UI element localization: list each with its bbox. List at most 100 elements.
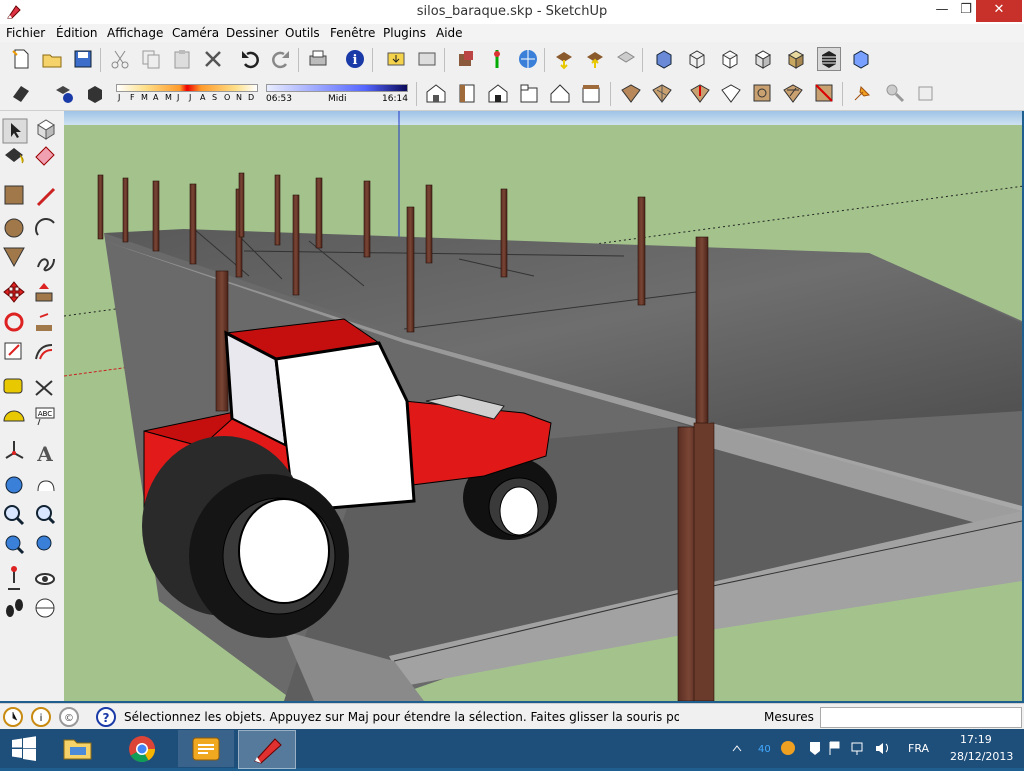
freehand-icon[interactable] — [37, 258, 55, 272]
new-icon[interactable] — [9, 47, 33, 71]
paste-icon[interactable] — [170, 47, 194, 71]
move-icon[interactable] — [3, 281, 25, 303]
sketchup-icon[interactable] — [238, 730, 296, 769]
3d-text-icon[interactable]: A — [36, 442, 53, 466]
monochrome-icon[interactable] — [817, 47, 841, 71]
rectangle-icon[interactable] — [4, 185, 24, 205]
menu-affichage[interactable]: Affichage — [107, 26, 163, 40]
menu-plugins[interactable]: Plugins — [383, 26, 426, 40]
scale-icon[interactable] — [4, 342, 22, 360]
tray-avast-icon[interactable] — [781, 741, 795, 755]
tray-volume-icon[interactable] — [876, 743, 888, 754]
select-icon[interactable] — [2, 118, 28, 144]
photo-textures-icon[interactable] — [485, 47, 509, 71]
geo-status-icon[interactable] — [3, 707, 23, 727]
shadow-settings-icon[interactable] — [52, 81, 76, 105]
measurements-input[interactable] — [820, 707, 1022, 728]
open-icon[interactable] — [40, 47, 64, 71]
zoom-icon[interactable] — [4, 505, 25, 526]
credits-icon[interactable]: i — [31, 707, 51, 727]
back-edges-icon[interactable] — [849, 47, 873, 71]
model-viewport[interactable] — [64, 111, 1022, 701]
help-icon[interactable]: ? — [96, 707, 116, 727]
position-camera-icon[interactable] — [8, 566, 20, 590]
clock-time[interactable]: 17:19 — [960, 733, 992, 746]
cut-icon[interactable] — [108, 47, 132, 71]
stamp-icon[interactable] — [719, 81, 743, 105]
paint-bucket-icon[interactable] — [5, 148, 24, 164]
line-icon[interactable] — [36, 187, 56, 207]
menu-fenetre[interactable]: Fenêtre — [330, 26, 375, 40]
get-models-icon[interactable] — [384, 47, 408, 71]
undo-icon[interactable] — [238, 47, 262, 71]
text-icon[interactable]: ABC — [35, 407, 55, 426]
sandbox-from-contours-icon[interactable] — [619, 81, 643, 105]
save-icon[interactable] — [71, 47, 95, 71]
wireframe-icon[interactable] — [685, 47, 709, 71]
axes-icon[interactable] — [5, 441, 24, 459]
make-component-icon[interactable] — [37, 119, 55, 140]
file-explorer-icon[interactable] — [52, 730, 104, 767]
flip-edge-icon[interactable] — [812, 81, 836, 105]
xray-icon[interactable] — [652, 47, 676, 71]
zoom-extents-icon[interactable] — [5, 535, 25, 555]
model-info-icon[interactable]: i — [343, 47, 367, 71]
pushpin-icon[interactable] — [851, 81, 875, 105]
menu-outils[interactable]: Outils — [285, 26, 320, 40]
shaded-texture-icon[interactable] — [784, 47, 808, 71]
scale-figure-icon[interactable] — [913, 81, 937, 105]
eraser-icon[interactable] — [35, 146, 55, 166]
arc-icon[interactable] — [35, 218, 55, 236]
shadow-toggle-icon[interactable] — [84, 81, 108, 105]
sandbox-from-scratch-icon[interactable] — [650, 81, 674, 105]
add-detail-icon[interactable] — [781, 81, 805, 105]
tray-security-icon[interactable] — [810, 742, 820, 755]
start-icon[interactable] — [0, 730, 48, 767]
erase-icon[interactable] — [201, 47, 225, 71]
dimension-icon[interactable] — [35, 380, 53, 396]
pan-icon[interactable] — [37, 480, 55, 492]
tray-flag-icon[interactable] — [829, 741, 840, 755]
language-indicator[interactable]: FRA — [908, 742, 929, 755]
menu-fichier[interactable]: Fichier — [6, 26, 45, 40]
menu-camera[interactable]: Caméra — [172, 26, 219, 40]
drape-icon[interactable] — [750, 81, 774, 105]
upload-icon[interactable] — [552, 47, 576, 71]
right-view-icon[interactable] — [517, 81, 541, 105]
rotate-icon[interactable] — [4, 312, 24, 332]
menu-dessiner[interactable]: Dessiner — [226, 26, 278, 40]
menu-aide[interactable]: Aide — [436, 26, 463, 40]
close-button[interactable]: ✕ — [976, 0, 1022, 22]
zoom-window-icon[interactable] — [36, 505, 56, 525]
previous-view-icon[interactable] — [36, 535, 52, 551]
protractor-icon[interactable] — [3, 410, 25, 422]
left-view-icon[interactable] — [579, 81, 603, 105]
walk-icon[interactable] — [6, 599, 23, 617]
offset-icon[interactable] — [35, 344, 53, 360]
shaded-icon[interactable] — [751, 47, 775, 71]
user-icon[interactable]: © — [59, 707, 79, 727]
sketchup-layout-icon[interactable] — [178, 730, 234, 767]
geo-location-icon[interactable] — [516, 47, 540, 71]
iso-view-icon[interactable] — [424, 81, 448, 105]
download-icon[interactable] — [583, 47, 607, 71]
back-view-icon[interactable] — [548, 81, 572, 105]
section-plane-icon[interactable] — [35, 598, 55, 618]
share-model-icon[interactable] — [415, 47, 439, 71]
copy-icon[interactable] — [139, 47, 163, 71]
shadow-time-slider[interactable] — [266, 84, 408, 92]
share-icon[interactable] — [614, 47, 638, 71]
front-view-icon[interactable] — [486, 81, 510, 105]
chrome-icon[interactable] — [116, 730, 168, 767]
orbit-icon[interactable] — [5, 476, 23, 494]
clock-date[interactable]: 28/12/2013 — [950, 750, 1013, 763]
hidden-line-icon[interactable] — [718, 47, 742, 71]
component-icon[interactable] — [454, 47, 478, 71]
prefs-icon[interactable] — [883, 81, 907, 105]
print-icon[interactable] — [306, 47, 330, 71]
look-around-icon[interactable] — [35, 573, 55, 585]
redo-icon[interactable] — [269, 47, 293, 71]
shadow-month-slider[interactable] — [116, 84, 258, 92]
tray-network-icon[interactable] — [851, 742, 863, 755]
menu-edition[interactable]: Édition — [56, 26, 98, 40]
